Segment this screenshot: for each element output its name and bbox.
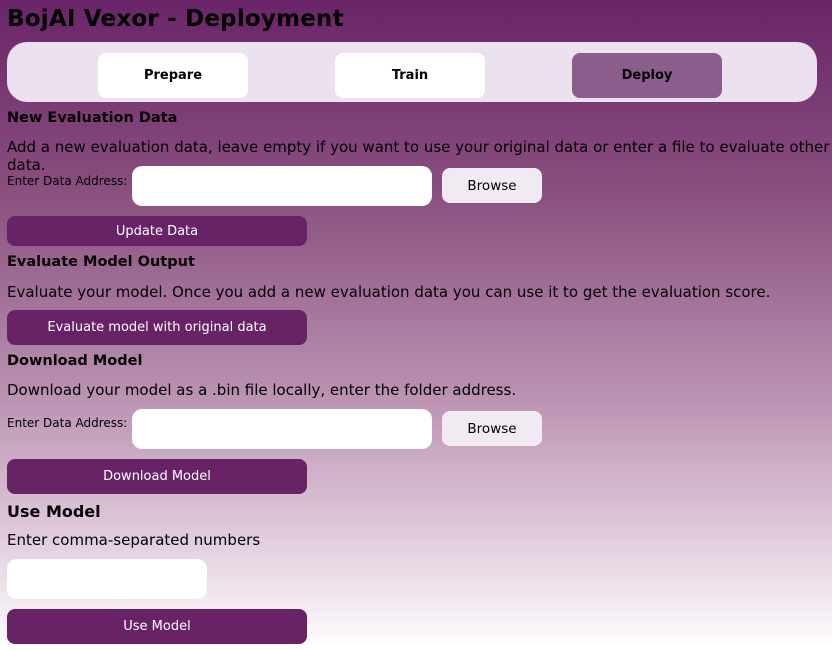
update-data-button[interactable]: Update Data [7,216,307,246]
download-heading: Download Model [7,353,143,369]
evaluate-model-button[interactable]: Evaluate model with original data [7,310,307,345]
eval-data-address-input[interactable] [132,166,432,206]
eval-data-browse-button[interactable]: Browse [442,168,542,203]
use-model-input[interactable] [7,559,207,599]
tab-prepare[interactable]: Prepare [98,53,248,98]
tab-bar: Prepare Train Deploy [7,42,817,102]
use-model-heading: Use Model [7,502,101,521]
use-model-description: Enter comma-separated numbers [7,531,261,549]
download-field-label: Enter Data Address: [7,416,128,430]
evaluate-description: Evaluate your model. Once you add a new … [7,283,771,301]
eval-data-heading: New Evaluation Data [7,110,178,126]
tab-deploy[interactable]: Deploy [572,53,722,98]
eval-data-field-label: Enter Data Address: [7,174,128,188]
tab-train[interactable]: Train [335,53,485,98]
window-title: BojAI Vexor - Deployment [7,6,344,32]
evaluate-heading: Evaluate Model Output [7,254,195,270]
download-folder-input[interactable] [132,409,432,449]
download-model-button[interactable]: Download Model [7,459,307,494]
download-description: Download your model as a .bin file local… [7,381,517,399]
download-browse-button[interactable]: Browse [442,411,542,446]
use-model-button[interactable]: Use Model [7,609,307,644]
